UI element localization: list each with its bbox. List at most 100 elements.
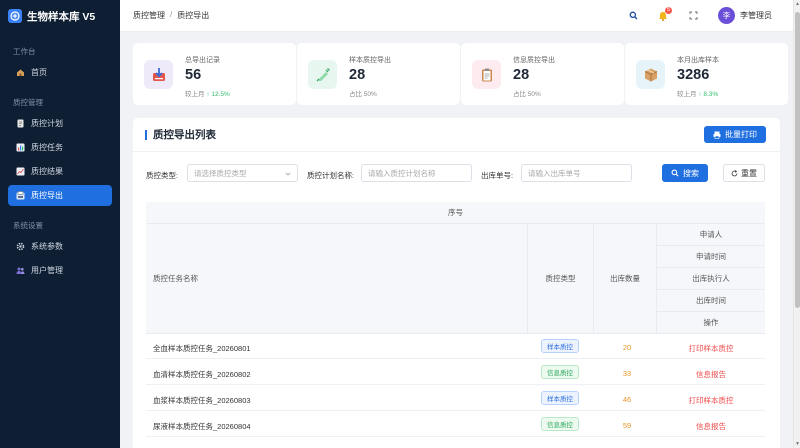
order-no-input[interactable]: 请输入出库单号: [521, 164, 632, 182]
sidebar-item-label: 质控任务: [31, 143, 63, 152]
row-action-link[interactable]: 信息报告: [657, 369, 765, 380]
sidebar-item-label: 首页: [31, 68, 47, 77]
table-row: 血清样本质控任务_20260802 信息质控 33 信息报告: [146, 360, 765, 385]
qc-type-placeholder: 请选择质控类型: [194, 168, 247, 178]
stat-subtext: 占比 50%: [513, 88, 541, 98]
qc-type-tag: 样本质控: [541, 391, 579, 405]
scroll-up-arrow[interactable]: ▲: [794, 0, 800, 8]
stat-title: 信息质控导出: [513, 57, 555, 64]
stat-value: 28: [513, 67, 530, 83]
stat-value: 28: [349, 67, 366, 83]
qc-type-tag: 信息质控: [541, 365, 579, 379]
scroll-down-arrow[interactable]: ▼: [794, 440, 800, 448]
qc-type-label: 质控类型:: [146, 171, 179, 180]
table-row: 全血样本质控任务_20260801 样本质控 20 打印样本质控: [146, 334, 765, 359]
sidebar: 生物样本库 V5 工作台 首页 质控管理 质控计划 质控任务 质控结果 质控导出…: [0, 0, 120, 448]
breadcrumb-item[interactable]: 质控管理: [133, 10, 165, 21]
qc-type-select[interactable]: 请选择质控类型: [187, 164, 298, 182]
order-no-label: 出库单号:: [481, 171, 514, 180]
table-col-divider: [593, 224, 594, 334]
sidebar-item-home[interactable]: 首页: [8, 62, 112, 83]
table-col-divider: [527, 224, 528, 334]
search-button[interactable]: 搜索: [662, 164, 708, 182]
sidebar-item-qc-task[interactable]: 质控任务: [8, 137, 112, 158]
sidebar-item-label: 系统参数: [31, 242, 63, 251]
task-name: 血浆样本质控任务_20260803: [153, 396, 251, 405]
notification-badge: 5: [665, 6, 673, 14]
syringe-icon: [308, 60, 337, 89]
table-header-qty: 出库数量: [594, 224, 656, 334]
export-box-icon: [144, 60, 173, 89]
sidebar-item-label: 质控导出: [31, 191, 63, 200]
search-icon: [671, 169, 679, 177]
stat-card-info-qc-exports: 信息质控导出 28 占比 50%: [461, 43, 624, 105]
task-name: 尿液样本质控任务_20260804: [153, 422, 251, 431]
stat-card-monthly-outbound: 本月出库样本 3286 较上月 ↑ 8.3%: [625, 43, 788, 105]
sidebar-item-label: 质控计划: [31, 119, 63, 128]
qc-plan-placeholder: 请输入质控计划名称: [368, 168, 436, 178]
outbound-qty: 33: [622, 369, 632, 378]
user-name[interactable]: 李管理员: [740, 10, 772, 21]
row-action-link[interactable]: 打印样本质控: [657, 343, 765, 354]
stat-subtext: 较上月 ↑ 8.3%: [677, 88, 718, 98]
sidebar-item-qc-result[interactable]: 质控结果: [8, 161, 112, 182]
panel-title: 质控导出列表: [145, 130, 216, 140]
page-scrollbar[interactable]: ▲ ▼: [793, 0, 800, 448]
stat-sub-prefix: 占比 50%: [513, 91, 541, 98]
chevron-down-icon: [285, 172, 291, 176]
breadcrumb-item: 质控导出: [177, 11, 210, 20]
stat-subtext: 较上月 ↑ 12.5%: [185, 88, 230, 98]
qc-type-tag: 信息质控: [541, 417, 579, 431]
stat-card-total-exports: 总导出记录 56 较上月 ↑ 12.5%: [133, 43, 296, 105]
batch-print-button[interactable]: 批量打印: [704, 126, 766, 143]
breadcrumb-separator: /: [170, 10, 173, 19]
top-header: 质控管理 / 质控导出 5 李 李管理员: [120, 0, 793, 32]
outbound-qty: 46: [622, 395, 632, 404]
table-header-apply-time: 申请时间: [657, 246, 765, 268]
stat-trend: ↑ 12.5%: [206, 91, 230, 98]
plus-circle-icon: [8, 9, 22, 23]
clipboard-icon: [472, 60, 501, 89]
stat-sub-prefix: 占比 50%: [349, 91, 377, 98]
nav-group-workspace: 工作台: [13, 47, 36, 56]
outbound-qty: 20: [622, 343, 632, 352]
sidebar-item-label: 质控结果: [31, 167, 63, 176]
panel-divider: [133, 151, 780, 152]
qc-type-tag: 样本质控: [541, 339, 579, 353]
task-name: 全血样本质控任务_20260801: [153, 344, 251, 353]
sidebar-item-user-mgmt[interactable]: 用户管理: [8, 260, 112, 281]
row-action-link[interactable]: 信息报告: [657, 421, 765, 432]
table-row: 尿液样本质控任务_20260804 信息质控 59 信息报告: [146, 412, 765, 437]
table-header-outbound-time: 出库时间: [657, 290, 765, 312]
qc-plan-input[interactable]: 请输入质控计划名称: [361, 164, 472, 182]
refresh-icon: [731, 169, 738, 176]
sidebar-item-qc-plan[interactable]: 质控计划: [8, 113, 112, 134]
table-header-applicant: 申请人: [657, 224, 765, 246]
fullscreen-icon[interactable]: [678, 0, 708, 32]
sidebar-item-system-params[interactable]: 系统参数: [8, 236, 112, 257]
package-icon: [636, 60, 665, 89]
nav-group-qc: 质控管理: [13, 98, 43, 107]
stat-value: 3286: [677, 67, 710, 83]
scrollbar-thumb[interactable]: [795, 12, 800, 308]
bar-chart-icon: [16, 143, 25, 152]
bell-icon[interactable]: 5: [648, 0, 678, 32]
stat-sub-prefix: 较上月: [677, 91, 697, 98]
reset-button-label: 重置: [741, 168, 757, 178]
export-icon: [16, 191, 25, 200]
brand-title: 生物样本库 V5: [27, 10, 96, 23]
stat-value: 56: [185, 67, 202, 83]
avatar[interactable]: 李: [718, 7, 735, 24]
stat-trend: ↑ 8.3%: [698, 91, 719, 98]
sidebar-item-qc-export[interactable]: 质控导出: [8, 185, 112, 206]
search-icon[interactable]: [618, 0, 648, 32]
search-button-label: 搜索: [683, 168, 699, 178]
users-icon: [16, 266, 25, 275]
stat-title: 样本质控导出: [349, 57, 391, 64]
task-name: 血清样本质控任务_20260802: [153, 370, 251, 379]
row-action-link[interactable]: 打印样本质控: [657, 395, 765, 406]
nav-group-settings: 系统设置: [13, 221, 43, 230]
table-header-seq: 序号: [146, 202, 765, 224]
brand[interactable]: 生物样本库 V5: [0, 0, 120, 32]
reset-button[interactable]: 重置: [723, 164, 765, 182]
